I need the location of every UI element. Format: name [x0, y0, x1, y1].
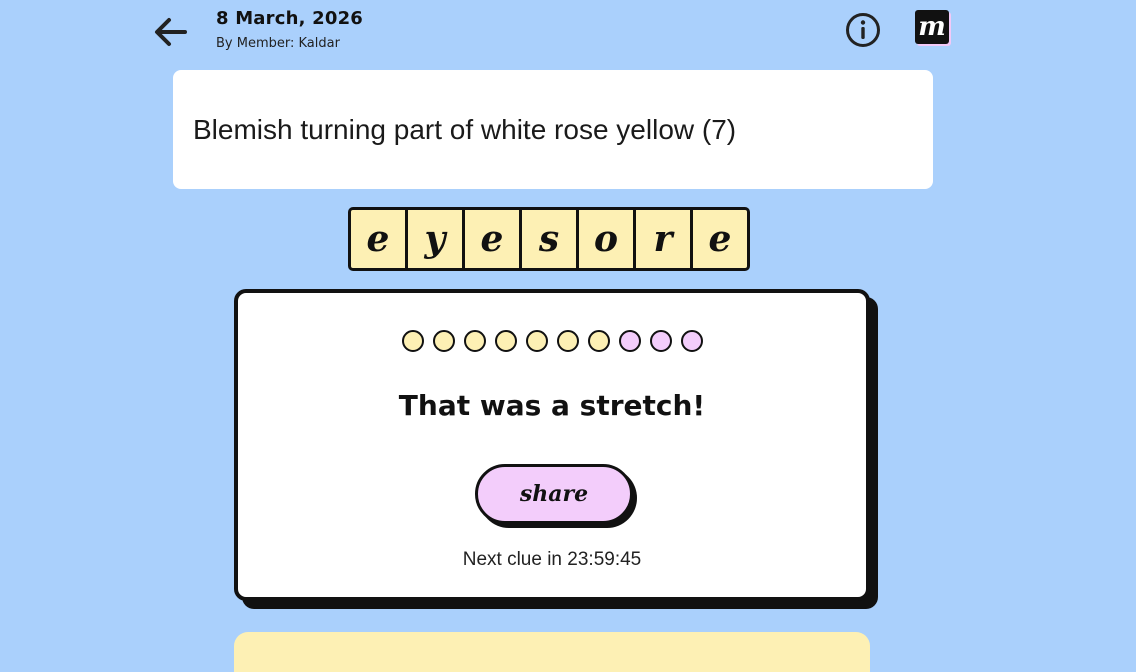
bottom-card	[234, 632, 870, 672]
hint-progress-dots	[238, 330, 866, 352]
answer-tiles: e y e s o r e	[348, 207, 750, 271]
progress-dot-pink	[649, 330, 672, 352]
info-button[interactable]	[845, 12, 881, 48]
answer-letter: e	[465, 210, 519, 268]
progress-dot-pink	[680, 330, 703, 352]
progress-dot-yellow	[432, 330, 455, 352]
answer-letter: y	[408, 210, 462, 268]
answer-letter: e	[351, 210, 405, 268]
logo-letter: m	[918, 12, 946, 42]
puzzle-date: 8 March, 2026	[216, 8, 364, 29]
progress-dot-yellow	[401, 330, 424, 352]
progress-dot-yellow	[556, 330, 579, 352]
info-circle-icon	[846, 13, 880, 47]
result-message: That was a stretch!	[398, 389, 706, 422]
progress-dot-yellow	[587, 330, 610, 352]
progress-dot-yellow	[463, 330, 486, 352]
clue-card: Blemish turning part of white rose yello…	[173, 70, 933, 189]
answer-letter: e	[693, 210, 747, 268]
site-logo[interactable]: m	[915, 10, 949, 44]
next-clue-countdown: Next clue in 23:59:45	[462, 549, 642, 570]
puzzle-author: By Member: Kaldar	[216, 36, 340, 51]
share-button[interactable]: share	[475, 464, 633, 524]
back-button[interactable]	[150, 12, 190, 52]
answer-letter: r	[636, 210, 690, 268]
result-card: That was a stretch! share Next clue in 2…	[234, 289, 870, 601]
progress-dot-yellow	[494, 330, 517, 352]
clue-text: Blemish turning part of white rose yello…	[193, 113, 737, 145]
progress-dot-yellow	[525, 330, 548, 352]
progress-dot-pink	[618, 330, 641, 352]
answer-letter: s	[522, 210, 576, 268]
arrow-left-icon	[155, 18, 187, 46]
answer-letter: o	[579, 210, 633, 268]
